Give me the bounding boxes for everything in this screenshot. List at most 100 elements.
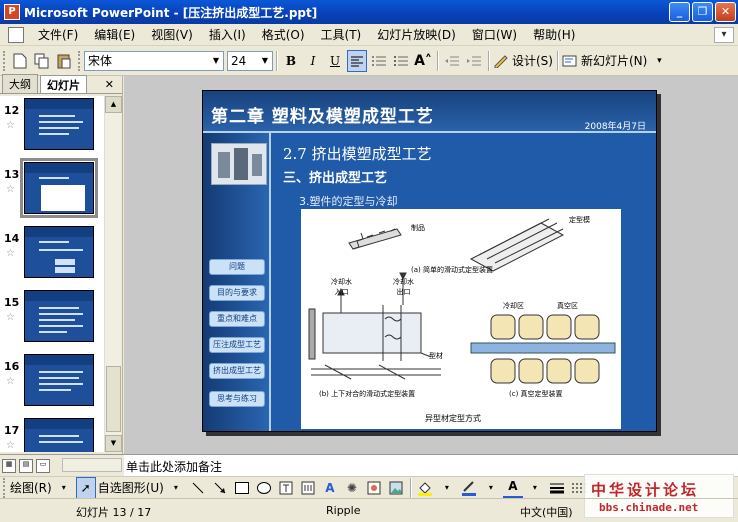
new-slide-button[interactable]: 新幻灯片(N) bbox=[562, 50, 647, 72]
toolbar-grip[interactable] bbox=[3, 477, 6, 498]
help-box-icon[interactable]: ▾ bbox=[714, 26, 734, 43]
thumbnail-row[interactable]: 14 ☆ bbox=[0, 224, 104, 286]
slide-heading-3[interactable]: 3.塑件的定型与冷却 bbox=[299, 193, 398, 209]
menu-view[interactable]: 视图(V) bbox=[143, 26, 201, 43]
menu-insert[interactable]: 插入(I) bbox=[201, 26, 254, 43]
close-button[interactable]: ✕ bbox=[715, 2, 736, 22]
restore-button[interactable]: ❐ bbox=[692, 2, 713, 22]
scroll-up-icon[interactable]: ▲ bbox=[105, 96, 122, 113]
status-design-name[interactable]: Ripple bbox=[326, 504, 361, 517]
thumbnail-row[interactable]: 15 ☆ bbox=[0, 288, 104, 350]
sorter-view-icon[interactable]: ▤ bbox=[19, 458, 33, 473]
thumbnail-scrollbar[interactable]: ▲ ▼ bbox=[104, 96, 122, 452]
design-button[interactable]: 设计(S) bbox=[493, 50, 553, 72]
font-name-combo[interactable]: 宋体 ▼ bbox=[84, 50, 224, 71]
menu-help[interactable]: 帮助(H) bbox=[525, 26, 583, 43]
slide-nav-extrusion[interactable]: 挤出成型工艺 bbox=[209, 363, 265, 379]
line-style-icon[interactable] bbox=[547, 477, 567, 499]
thumbnail-row[interactable]: 17 ☆ bbox=[0, 416, 104, 452]
slide-thumbnail[interactable] bbox=[24, 290, 94, 342]
slide-thumbnail[interactable] bbox=[24, 98, 94, 150]
thumbnail-row[interactable]: 13 ☆ bbox=[0, 158, 104, 222]
wordart-icon[interactable]: A bbox=[320, 477, 340, 499]
title-bar[interactable]: P Microsoft PowerPoint - [压注挤出成型工艺.ppt] … bbox=[0, 0, 738, 24]
toolbar-grip[interactable] bbox=[3, 50, 6, 71]
line-icon[interactable] bbox=[188, 477, 208, 499]
slide-thumbnail[interactable] bbox=[24, 226, 94, 278]
underline-button[interactable]: U bbox=[325, 50, 345, 72]
chevron-down-icon[interactable]: ▼ bbox=[209, 56, 223, 65]
paste-icon[interactable] bbox=[54, 50, 74, 72]
calibration-diagram[interactable]: 制品 定型模 (a) 简单的滑动式定型装置 冷却水 入口 冷却水 出口 型材 冷… bbox=[301, 209, 621, 429]
slide-editing-area[interactable]: 第二章 塑料及模塑成型工艺 2008年4月7日 问题 目的与要求 重点和难点 压… bbox=[124, 76, 738, 454]
slide-thumbnail[interactable] bbox=[24, 418, 94, 452]
thumbnail-row[interactable]: 12 ☆ bbox=[0, 96, 104, 158]
notes-pane[interactable]: 单击此处添加备注 bbox=[124, 454, 738, 476]
chevron-down-icon[interactable]: ▾ bbox=[481, 477, 501, 499]
extruder-machine-image[interactable] bbox=[211, 143, 267, 185]
slide-nav-problem[interactable]: 问题 bbox=[209, 259, 265, 275]
new-file-icon[interactable] bbox=[10, 50, 30, 72]
draw-menu[interactable]: 绘图(R) bbox=[10, 477, 52, 499]
menu-window[interactable]: 窗口(W) bbox=[464, 26, 525, 43]
picture-icon[interactable] bbox=[386, 477, 406, 499]
bold-button[interactable]: B bbox=[281, 50, 301, 72]
decrease-indent-icon[interactable] bbox=[442, 50, 462, 72]
italic-button[interactable]: I bbox=[303, 50, 323, 72]
minimize-button[interactable]: _ bbox=[669, 2, 690, 22]
menu-tools[interactable]: 工具(T) bbox=[313, 26, 370, 43]
diagram-icon[interactable]: ✺ bbox=[342, 477, 362, 499]
slide-nav-goals[interactable]: 目的与要求 bbox=[209, 285, 265, 301]
fill-color-icon[interactable] bbox=[415, 477, 435, 499]
rectangle-icon[interactable] bbox=[232, 477, 252, 499]
horizontal-scrollbar[interactable] bbox=[62, 458, 122, 472]
tab-slides[interactable]: 幻灯片 bbox=[40, 75, 87, 93]
ellipse-icon[interactable] bbox=[254, 477, 274, 499]
menu-format[interactable]: 格式(O) bbox=[254, 26, 313, 43]
line-color-icon[interactable] bbox=[459, 477, 479, 499]
clipart-icon[interactable] bbox=[364, 477, 384, 499]
vertical-textbox-icon[interactable] bbox=[298, 477, 318, 499]
slide-thumbnail[interactable] bbox=[24, 354, 94, 406]
chevron-down-icon[interactable]: ▼ bbox=[258, 56, 272, 65]
tab-outline[interactable]: 大纲 bbox=[2, 74, 38, 93]
slide-date[interactable]: 2008年4月7日 bbox=[585, 119, 646, 132]
font-color-icon[interactable]: A bbox=[502, 477, 523, 499]
chevron-down-icon[interactable]: ▾ bbox=[437, 477, 457, 499]
numbered-list-icon[interactable] bbox=[369, 50, 389, 72]
chevron-down-icon[interactable]: ▾ bbox=[525, 477, 545, 499]
scrollbar-thumb[interactable] bbox=[106, 366, 121, 432]
toolbar-grip-2[interactable] bbox=[78, 50, 81, 71]
slide-nav-exercises[interactable]: 思考与练习 bbox=[209, 391, 265, 407]
copy-icon[interactable] bbox=[32, 50, 52, 72]
font-size-combo[interactable]: 24 ▼ bbox=[227, 50, 273, 71]
arrow-icon[interactable] bbox=[210, 477, 230, 499]
menu-slideshow[interactable]: 幻灯片放映(D) bbox=[369, 26, 464, 43]
slide-thumbnail-current[interactable] bbox=[20, 158, 98, 218]
bullet-list-icon[interactable] bbox=[391, 50, 411, 72]
scroll-down-icon[interactable]: ▼ bbox=[105, 435, 122, 452]
toolbar-options-icon[interactable]: ▾ bbox=[649, 50, 669, 72]
thumbnail-list[interactable]: 12 ☆ 13 ☆ 14 ☆ 15 ☆ 16 ☆ 17 ☆ bbox=[0, 96, 104, 452]
textbox-icon[interactable] bbox=[276, 477, 296, 499]
powerpoint-app-icon[interactable]: P bbox=[4, 4, 20, 20]
thumbnail-row[interactable]: 16 ☆ bbox=[0, 352, 104, 414]
slide-nav-keypoints[interactable]: 重点和难点 bbox=[209, 311, 265, 327]
slide-heading-1[interactable]: 2.7 挤出模塑成型工艺 bbox=[283, 143, 432, 164]
slideshow-view-icon[interactable]: ▭ bbox=[36, 458, 50, 473]
menu-file[interactable]: 文件(F) bbox=[30, 26, 86, 43]
align-left-button[interactable] bbox=[347, 49, 367, 72]
menu-edit[interactable]: 编辑(E) bbox=[86, 26, 143, 43]
slide-heading-2[interactable]: 三、挤出成型工艺 bbox=[283, 167, 387, 186]
document-icon[interactable] bbox=[8, 26, 24, 43]
current-slide[interactable]: 第二章 塑料及模塑成型工艺 2008年4月7日 问题 目的与要求 重点和难点 压… bbox=[202, 90, 657, 432]
slide-title[interactable]: 第二章 塑料及模塑成型工艺 bbox=[211, 102, 434, 127]
panel-close-icon[interactable]: ✕ bbox=[105, 78, 114, 91]
normal-view-icon[interactable]: ▦ bbox=[2, 458, 16, 473]
slide-nav-compression[interactable]: 压注成型工艺 bbox=[209, 337, 265, 353]
chevron-down-icon[interactable]: ▾ bbox=[166, 477, 186, 499]
increase-font-icon[interactable]: A˄ bbox=[413, 50, 433, 72]
increase-indent-icon[interactable] bbox=[464, 50, 484, 72]
autoshape-menu[interactable]: 自选图形(U) bbox=[98, 477, 164, 499]
select-arrow-icon[interactable]: ➚ bbox=[75, 476, 96, 499]
